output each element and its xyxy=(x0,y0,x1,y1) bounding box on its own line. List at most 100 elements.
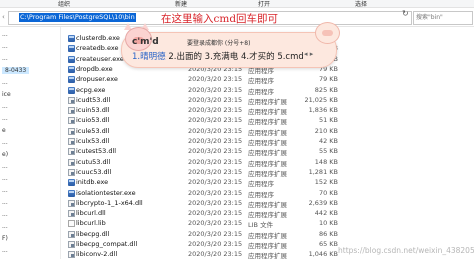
file-row[interactable]: icutu53.dll 2020/3/20 23:15 应用程序扩展 148 KB xyxy=(62,157,474,168)
file-size: 70 KB xyxy=(318,188,338,197)
file-size: 442 KB xyxy=(314,209,338,218)
file-date: 2020/3/20 23:15 xyxy=(188,188,243,197)
nav-item[interactable]: ... xyxy=(2,115,8,122)
ime-next-page-icon[interactable]: ▸ xyxy=(310,50,314,58)
dll-icon xyxy=(68,251,75,259)
file-date: 2020/3/20 23:15 xyxy=(188,95,243,104)
file-date: 2020/3/20 23:15 xyxy=(188,106,243,115)
search-box[interactable] xyxy=(413,11,473,25)
file-name: icule53.dll xyxy=(76,126,110,135)
file-date: 2020/3/20 23:15 xyxy=(188,137,243,145)
file-size: 825 KB xyxy=(314,85,338,94)
file-row[interactable]: libcurl.dll 2020/3/20 23:15 应用程序扩展 442 KB xyxy=(62,208,474,219)
file-row[interactable]: libecpg.dll 2020/3/20 23:15 应用程序扩展 86 KB xyxy=(62,229,474,240)
dll-icon xyxy=(68,158,75,166)
file-date: 2020/3/20 23:15 xyxy=(188,198,243,207)
ribbon-label-organize[interactable]: 组织 xyxy=(58,0,70,8)
nav-item[interactable]: ... xyxy=(2,211,8,218)
dll-icon xyxy=(68,199,75,207)
file-name: icuin53.dll xyxy=(76,106,110,115)
ribbon-strip: 组织 新建 打开 选择 xyxy=(0,0,474,8)
ime-hint-text: 要登录成都你 (分号+8) xyxy=(187,40,251,47)
nav-item[interactable]: ... xyxy=(2,43,8,50)
ime-candidate-list: 1.晴明德 2.出面的 3.充满电 4.才买的 5.cmd xyxy=(132,50,304,62)
up-arrow-icon[interactable]: ‹ xyxy=(2,13,5,21)
nav-item[interactable]: ... xyxy=(2,103,8,110)
search-input[interactable] xyxy=(414,12,472,22)
file-name: initdb.exe xyxy=(76,178,109,187)
ime-prev-page-icon[interactable]: ◂ xyxy=(304,50,308,58)
nav-item[interactable]: ... xyxy=(2,187,8,194)
file-name: icutest53.dll xyxy=(76,147,117,156)
nav-item[interactable]: ... xyxy=(2,139,8,146)
file-date: 2020/3/20 23:15 xyxy=(188,178,243,187)
nav-item[interactable]: ... xyxy=(2,223,8,230)
file-date: 2020/3/20 23:15 xyxy=(188,240,243,248)
file-size: 65 KB xyxy=(318,240,338,248)
ime-candidate-1[interactable]: 1.晴明德 xyxy=(132,52,166,62)
file-date: 2020/3/20 23:15 xyxy=(188,229,243,238)
file-row[interactable]: icuio53.dll 2020/3/20 23:15 应用程序扩展 51 KB xyxy=(62,115,474,126)
nav-item[interactable]: e) xyxy=(2,151,8,158)
nav-item[interactable]: ... xyxy=(2,247,8,254)
ime-candidate-3[interactable]: 3.充满电 xyxy=(205,52,239,62)
file-row[interactable]: icuuc53.dll 2020/3/20 23:15 应用程序扩展 1,281 KB xyxy=(62,167,474,178)
file-name: libcurl.lib xyxy=(76,219,106,228)
file-row[interactable]: initdb.exe 2020/3/20 23:15 应用程序 152 KB xyxy=(62,177,474,188)
file-name: libiconv-2.dll xyxy=(76,250,118,259)
ime-candidate-5[interactable]: 5.cmd xyxy=(277,52,303,62)
file-row[interactable]: ecpg.exe 2020/3/20 23:15 应用程序 825 KB xyxy=(62,85,474,96)
file-row[interactable]: icudt53.dll 2020/3/20 23:15 应用程序扩展 21,025 K… xyxy=(62,95,474,106)
file-row[interactable]: libcurl.lib 2020/3/20 23:15 LIB 文件 10 KB xyxy=(62,218,474,229)
exe-icon xyxy=(68,76,75,84)
ime-candidate-popup: c'm'd 要登录成都你 (分号+8) 1.晴明德 2.出面的 3.充满电 4.… xyxy=(121,22,340,68)
ime-candidate-4[interactable]: 4.才买的 xyxy=(241,52,275,62)
file-row[interactable]: icule53.dll 2020/3/20 23:15 应用程序扩展 210 KB xyxy=(62,126,474,137)
file-row[interactable]: icutest53.dll 2020/3/20 23:15 应用程序扩展 55 KB xyxy=(62,146,474,157)
file-name: dropdb.exe xyxy=(76,64,113,73)
dll-icon xyxy=(68,148,75,156)
file-row[interactable]: iculx53.dll 2020/3/20 23:15 应用程序扩展 42 KB xyxy=(62,136,474,147)
file-name: createuser.exe xyxy=(76,54,124,63)
file-row[interactable]: libcrypto-1_1-x64.dll 2020/3/20 23:15 应用程序… xyxy=(62,198,474,209)
file-size: 2,639 KB xyxy=(308,198,338,207)
ribbon-label-open[interactable]: 打开 xyxy=(258,0,270,8)
file-name: dropuser.exe xyxy=(76,75,118,84)
file-name: libecpg_compat.dll xyxy=(76,240,138,248)
nav-item[interactable]: e xyxy=(2,127,6,134)
nav-item[interactable]: F) xyxy=(2,235,8,242)
refresh-icon[interactable]: ↻ xyxy=(402,9,409,18)
file-date: 2020/3/20 23:15 xyxy=(188,209,243,218)
nav-item[interactable]: ... xyxy=(2,55,8,62)
file-size: 148 KB xyxy=(314,157,338,166)
ribbon-label-new[interactable]: 新建 xyxy=(175,0,187,8)
file-row[interactable]: isolationtester.exe 2020/3/20 23:15 应用程序 70… xyxy=(62,188,474,199)
nav-item[interactable]: ... xyxy=(2,175,8,182)
nav-item[interactable]: ... xyxy=(2,79,8,86)
exe-icon xyxy=(68,86,75,94)
file-row[interactable]: dropuser.exe 2020/3/20 23:15 应用程序 79 KB xyxy=(62,74,474,85)
nav-item[interactable]: ice xyxy=(2,91,11,98)
file-date: 2020/3/20 23:15 xyxy=(188,167,243,176)
nav-item[interactable]: ... xyxy=(2,163,8,170)
nav-item[interactable]: ... xyxy=(2,199,8,206)
address-path[interactable]: C:\Program Files\PostgreSQL\10\bin xyxy=(19,13,136,22)
nav-item-drive[interactable]: 8-0433 xyxy=(2,67,30,74)
dll-icon xyxy=(68,210,75,218)
file-size: 1,281 KB xyxy=(308,167,338,176)
ribbon-label-select[interactable]: 选择 xyxy=(355,0,367,8)
exe-icon xyxy=(68,189,75,197)
dll-icon xyxy=(68,107,75,115)
file-size: 10 KB xyxy=(318,219,338,228)
file-name: libcurl.dll xyxy=(76,209,106,218)
ime-candidate-2[interactable]: 2.出面的 xyxy=(168,52,202,62)
file-name: libcrypto-1_1-x64.dll xyxy=(76,198,143,207)
address-bar[interactable]: C:\Program Files\PostgreSQL\10\bin 在这里输入… xyxy=(8,11,412,25)
exe-icon xyxy=(68,65,75,73)
file-size: 21,025 KB xyxy=(304,95,338,104)
nav-item[interactable]: ... xyxy=(2,31,8,38)
file-size: 1,836 KB xyxy=(308,106,338,115)
ime-page-arrows: ◂ ▸ xyxy=(304,50,313,58)
file-row[interactable]: icuin53.dll 2020/3/20 23:15 应用程序扩展 1,836 KB xyxy=(62,105,474,116)
file-date: 2020/3/20 23:15 xyxy=(188,250,243,259)
